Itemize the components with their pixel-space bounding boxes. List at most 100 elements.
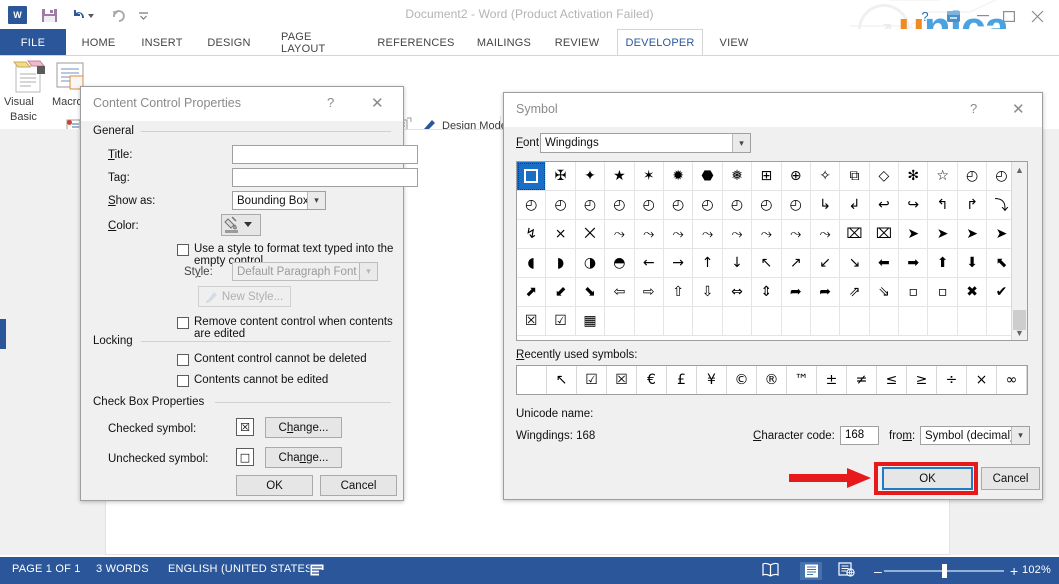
symbol-cell[interactable]: ⤳ — [722, 220, 753, 249]
symbol-cell[interactable]: ↑ — [693, 249, 723, 278]
symbol-cell[interactable]: ▫ — [928, 278, 958, 307]
help-button[interactable]: ? — [912, 8, 938, 24]
symbol-cell[interactable]: ⬣ — [693, 162, 723, 191]
new-style-button[interactable]: New Style... — [198, 286, 291, 307]
tag-input[interactable] — [232, 168, 418, 187]
symbol-cell[interactable]: ◴ — [663, 191, 694, 220]
web-layout-button[interactable] — [838, 562, 855, 577]
print-layout-button[interactable] — [800, 562, 822, 580]
proofing-errors-icon[interactable] — [309, 562, 325, 577]
recent-symbol-cell[interactable]: ☒ — [607, 366, 637, 394]
symbol-cell[interactable] — [634, 307, 664, 336]
symbol-cell[interactable]: ◓ — [605, 249, 635, 278]
scroll-down-icon[interactable]: ▼ — [1012, 325, 1027, 340]
ccp-help-button[interactable]: ? — [327, 95, 334, 110]
symbol-cell[interactable]: ➡ — [899, 249, 929, 278]
symbol-cell[interactable]: ◴ — [575, 191, 606, 220]
visual-basic-icon[interactable] — [10, 60, 48, 99]
symbol-cell[interactable] — [957, 307, 988, 336]
symbol-cell[interactable]: ★ — [605, 162, 635, 191]
cannot-delete-checkbox[interactable] — [177, 354, 189, 366]
symbol-grid[interactable]: ✠ ✦ ★ ✶ ✹ ⬣ ❅ ⊞ ⊕ ✧ ⧉ ◇ ✻ ☆ ◴ ◴ ◴ ◴ ◴ ◴ ◴ ◴ ◴ ◴ ◴ ◴ ↳ ↲ ↩ ↪ ↰ ↱ ⤵ ↯ ⨯ ⨉ ⤳ ⤳ ⤳ ⤳… — [516, 161, 1028, 341]
minimize-button[interactable] — [970, 8, 996, 24]
symbol-cell[interactable]: ◴ — [693, 191, 723, 220]
symbol-cell[interactable]: ⇩ — [693, 278, 723, 307]
symbol-cell[interactable] — [899, 307, 929, 336]
style-dropdown[interactable]: Default Paragraph Font ▾ — [232, 262, 378, 281]
symbol-cell[interactable]: ⇘ — [869, 278, 900, 307]
ribbon-display-options-button[interactable] — [940, 8, 966, 24]
recently-used-symbols-grid[interactable]: ↖ ☑ ☒ € £ ¥ © ® ™ ± ≠ ≤ ≥ ÷ × ∞ — [516, 365, 1028, 395]
zoom-slider-thumb[interactable] — [942, 564, 947, 578]
symbol-cell[interactable]: ⊕ — [781, 162, 811, 191]
symbol-cell[interactable]: ↳ — [810, 191, 841, 220]
symbol-cell[interactable]: ⇨ — [634, 278, 664, 307]
symbol-cell[interactable]: ✖ — [957, 278, 988, 307]
checked-change-button[interactable]: Change... — [265, 417, 342, 438]
symbol-cell[interactable]: ⇧ — [663, 278, 694, 307]
symbol-grid-rows[interactable]: ✠ ✦ ★ ✶ ✹ ⬣ ❅ ⊞ ⊕ ✧ ⧉ ◇ ✻ ☆ ◴ ◴ ◴ ◴ ◴ ◴ ◴ ◴ ◴ ◴ ◴ ◴ ↳ ↲ ↩ ↪ ↰ ↱ ⤵ ↯ ⨯ ⨉ ⤳ ⤳ ⤳ ⤳… — [517, 162, 1027, 336]
symbol-cell[interactable] — [693, 307, 723, 336]
symbol-cell[interactable]: ↪ — [899, 191, 929, 220]
use-style-checkbox[interactable] — [177, 244, 189, 256]
symbol-cell[interactable]: ✧ — [810, 162, 841, 191]
color-picker-button[interactable] — [221, 214, 261, 236]
symbol-cell[interactable]: ⧉ — [840, 162, 870, 191]
symbol-cell[interactable] — [752, 307, 782, 336]
symbol-close-button[interactable]: ✕ — [1012, 100, 1025, 118]
symbol-cell[interactable]: ▫ — [899, 278, 929, 307]
symbol-cell[interactable]: ⤳ — [693, 220, 723, 249]
symbol-cancel-button[interactable]: Cancel — [981, 467, 1040, 490]
symbol-cell[interactable]: ⤳ — [752, 220, 782, 249]
word-count[interactable]: 3 WORDS — [96, 563, 149, 575]
symbol-cell[interactable]: ▦ — [575, 307, 606, 336]
symbol-cell[interactable]: ◴ — [605, 191, 635, 220]
symbol-cell[interactable]: ↰ — [928, 191, 958, 220]
symbol-cell[interactable]: ⨯ — [546, 220, 576, 249]
zoom-out-button[interactable]: – — [874, 563, 882, 579]
restore-button[interactable] — [996, 8, 1022, 24]
symbol-cell[interactable]: ◑ — [575, 249, 606, 278]
symbol-cell[interactable]: ◴ — [517, 191, 547, 220]
symbol-cell[interactable]: ⊞ — [752, 162, 782, 191]
character-code-input[interactable]: 168 — [840, 426, 879, 445]
symbol-cell[interactable]: ↗ — [781, 249, 811, 278]
symbol-cell[interactable]: ✶ — [634, 162, 664, 191]
ccp-close-button[interactable]: ✕ — [371, 94, 384, 112]
symbol-cell[interactable]: ◖ — [517, 249, 547, 278]
symbol-cell[interactable]: ◴ — [546, 191, 576, 220]
unchecked-change-button[interactable]: Change... — [265, 447, 342, 468]
symbol-cell[interactable]: ⬊ — [575, 278, 606, 307]
symbol-cell[interactable]: ⌧ — [840, 220, 870, 249]
recent-symbol-cell[interactable]: ® — [757, 366, 787, 394]
recent-symbol-cell[interactable]: ↖ — [547, 366, 577, 394]
recent-symbol-cell[interactable]: ™ — [787, 366, 817, 394]
symbol-cell[interactable]: ⬅ — [869, 249, 900, 278]
tab-file[interactable]: FILE — [0, 29, 66, 56]
symbol-cell[interactable]: ← — [634, 249, 664, 278]
symbol-cell[interactable]: ➤ — [928, 220, 958, 249]
ccp-cancel-button[interactable]: Cancel — [320, 475, 397, 496]
symbol-help-button[interactable]: ? — [970, 101, 977, 116]
symbol-cell[interactable]: ☆ — [928, 162, 958, 191]
symbol-cell[interactable]: ⤳ — [781, 220, 811, 249]
symbol-cell[interactable]: ✻ — [899, 162, 929, 191]
recent-symbol-cell[interactable]: ≤ — [877, 366, 907, 394]
symbol-cell[interactable]: ◴ — [781, 191, 811, 220]
symbol-cell[interactable] — [722, 307, 753, 336]
tab-home[interactable]: HOME — [76, 29, 121, 56]
recent-symbol-cell[interactable]: € — [637, 366, 667, 394]
symbol-grid-scrollbar[interactable]: ▲ ▼ — [1011, 162, 1027, 340]
symbol-cell[interactable]: ✠ — [546, 162, 576, 191]
symbol-cell[interactable] — [840, 307, 870, 336]
recent-symbol-cell[interactable]: ≥ — [907, 366, 937, 394]
symbol-cell[interactable] — [869, 307, 900, 336]
symbol-cell[interactable]: ↘ — [840, 249, 870, 278]
chevron-down-icon[interactable]: ▾ — [307, 192, 325, 209]
symbol-cell[interactable]: ⤳ — [810, 220, 841, 249]
symbol-cell[interactable]: ☑ — [546, 307, 576, 336]
symbol-cell[interactable] — [810, 307, 841, 336]
symbol-cell[interactable]: ◴ — [722, 191, 753, 220]
symbol-cell[interactable]: ⬋ — [546, 278, 576, 307]
symbol-cell[interactable] — [605, 307, 635, 336]
